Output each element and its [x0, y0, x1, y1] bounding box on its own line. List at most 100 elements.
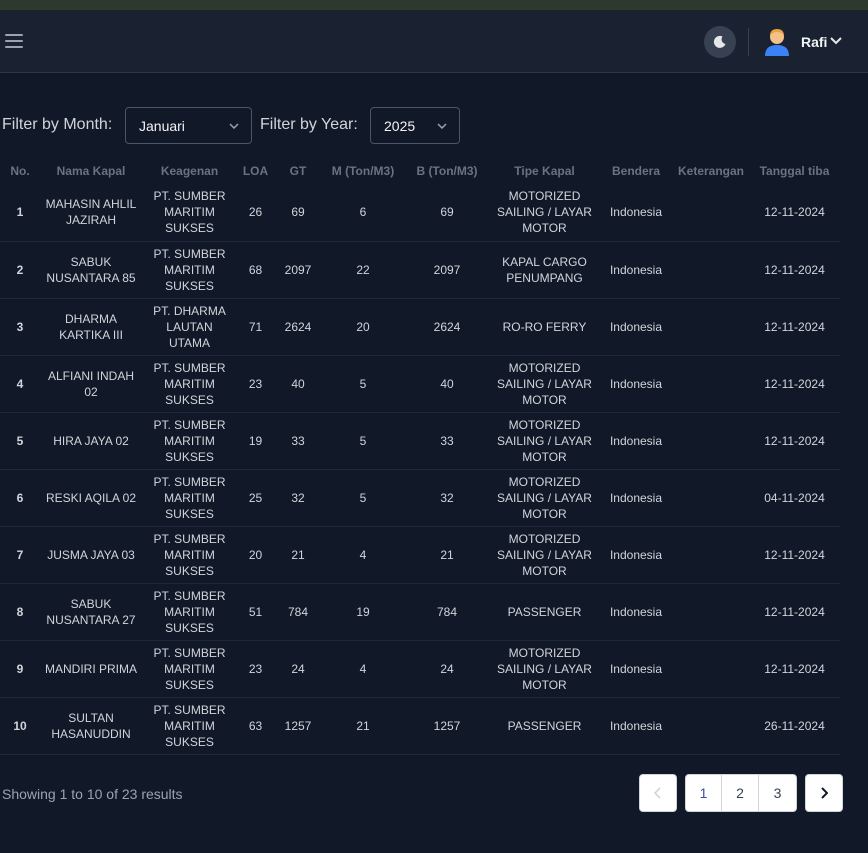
cell-keagenan: PT. SUMBER MARITIM SUKSES — [142, 640, 237, 698]
cell-nama-kapal: HIRA JAYA 02 — [40, 412, 142, 470]
prev-page-button[interactable] — [639, 774, 677, 812]
cell-keterangan — [673, 526, 749, 584]
col-header-b[interactable]: B (Ton/M3) — [404, 157, 490, 184]
cell-gt: 1257 — [274, 697, 322, 755]
table-row: 6 RESKI AQILA 02 PT. SUMBER MARITIM SUKSES… — [0, 469, 840, 527]
cell-loa: 68 — [237, 241, 274, 299]
cell-keterangan — [673, 697, 749, 755]
cell-tanggal-tiba: 12-11-2024 — [749, 526, 840, 584]
year-filter-label: Filter by Year: — [260, 116, 358, 133]
cell-gt: 32 — [274, 469, 322, 527]
table-row: 1 MAHASIN AHLIL JAZIRAH PT. SUMBER MARITIM… — [0, 184, 840, 242]
cell-loa: 71 — [237, 298, 274, 356]
cell-gt: 21 — [274, 526, 322, 584]
col-header-loa[interactable]: LOA — [237, 157, 274, 184]
col-header-gt[interactable]: GT — [274, 157, 322, 184]
page-button-3[interactable]: 3 — [758, 774, 797, 812]
cell-loa: 25 — [237, 469, 274, 527]
cell-gt: 784 — [274, 583, 322, 641]
cell-b: 2624 — [404, 298, 490, 356]
cell-keterangan — [673, 184, 749, 242]
page-button-1[interactable]: 1 — [685, 774, 722, 812]
cell-tipe-kapal: MOTORIZED SAILING / LAYAR MOTOR — [490, 184, 599, 242]
avatar[interactable] — [762, 26, 792, 56]
month-select[interactable]: Januari — [125, 107, 252, 144]
cell-no: 10 — [0, 697, 40, 755]
col-header-keterangan[interactable]: Keterangan — [673, 157, 749, 184]
cell-b: 1257 — [404, 697, 490, 755]
page-button-2[interactable]: 2 — [721, 774, 759, 812]
cell-tanggal-tiba: 04-11-2024 — [749, 469, 840, 527]
cell-no: 2 — [0, 241, 40, 299]
cell-keagenan: PT. SUMBER MARITIM SUKSES — [142, 241, 237, 299]
cell-m: 5 — [322, 412, 404, 470]
cell-keagenan: PT. SUMBER MARITIM SUKSES — [142, 469, 237, 527]
cell-tipe-kapal: MOTORIZED SAILING / LAYAR MOTOR — [490, 469, 599, 527]
cell-gt: 69 — [274, 184, 322, 242]
cell-no: 3 — [0, 298, 40, 356]
cell-keagenan: PT. SUMBER MARITIM SUKSES — [142, 526, 237, 584]
chevron-down-icon — [229, 123, 239, 129]
theme-toggle-button[interactable] — [704, 26, 736, 58]
cell-tipe-kapal: MOTORIZED SAILING / LAYAR MOTOR — [490, 526, 599, 584]
moon-icon — [713, 35, 726, 48]
cell-b: 784 — [404, 583, 490, 641]
cell-no: 1 — [0, 184, 40, 242]
table-row: 2 SABUK NUSANTARA 85 PT. SUMBER MARITIM SU… — [0, 241, 840, 299]
cell-no: 5 — [0, 412, 40, 470]
cell-tanggal-tiba: 12-11-2024 — [749, 298, 840, 356]
cell-loa: 19 — [237, 412, 274, 470]
col-header-no[interactable]: No. — [0, 157, 40, 184]
col-header-tipe-kapal[interactable]: Tipe Kapal — [490, 157, 599, 184]
cell-bendera: Indonesia — [599, 241, 673, 299]
cell-b: 24 — [404, 640, 490, 698]
user-name[interactable]: Rafi — [801, 34, 827, 50]
month-filter-label: Filter by Month: — [2, 116, 113, 133]
col-header-m[interactable]: M (Ton/M3) — [322, 157, 404, 184]
cell-tanggal-tiba: 26-11-2024 — [749, 697, 840, 755]
cell-bendera: Indonesia — [599, 583, 673, 641]
chevron-down-icon[interactable] — [830, 37, 842, 45]
navbar-divider — [748, 28, 749, 56]
cell-tanggal-tiba: 12-11-2024 — [749, 241, 840, 299]
cell-tanggal-tiba: 12-11-2024 — [749, 640, 840, 698]
cell-b: 21 — [404, 526, 490, 584]
cell-keterangan — [673, 241, 749, 299]
cell-nama-kapal: MAHASIN AHLIL JAZIRAH — [40, 184, 142, 242]
cell-bendera: Indonesia — [599, 526, 673, 584]
cell-nama-kapal: RESKI AQILA 02 — [40, 469, 142, 527]
col-header-nama-kapal[interactable]: Nama Kapal — [40, 157, 142, 184]
cell-nama-kapal: SABUK NUSANTARA 85 — [40, 241, 142, 299]
cell-nama-kapal: JUSMA JAYA 03 — [40, 526, 142, 584]
col-header-keagenan[interactable]: Keagenan — [142, 157, 237, 184]
cell-tipe-kapal: PASSENGER — [490, 697, 599, 755]
cell-keagenan: PT. SUMBER MARITIM SUKSES — [142, 184, 237, 242]
cell-tanggal-tiba: 12-11-2024 — [749, 412, 840, 470]
next-page-button[interactable] — [805, 774, 843, 812]
year-select-value: 2025 — [384, 118, 416, 134]
cell-nama-kapal: ALFIANI INDAH 02 — [40, 355, 142, 413]
cell-keterangan — [673, 412, 749, 470]
cell-tanggal-tiba: 12-11-2024 — [749, 355, 840, 413]
cell-tanggal-tiba: 12-11-2024 — [749, 184, 840, 242]
cell-tipe-kapal: PASSENGER — [490, 583, 599, 641]
results-summary: Showing 1 to 10 of 23 results — [2, 786, 183, 802]
table-row: 7 JUSMA JAYA 03 PT. SUMBER MARITIM SUKSES 2… — [0, 526, 840, 584]
chevron-right-icon — [821, 787, 828, 799]
cell-bendera: Indonesia — [599, 412, 673, 470]
cell-m: 21 — [322, 697, 404, 755]
col-header-bendera[interactable]: Bendera — [599, 157, 673, 184]
cell-keterangan — [673, 583, 749, 641]
cell-no: 8 — [0, 583, 40, 641]
cell-gt: 33 — [274, 412, 322, 470]
cell-tipe-kapal: MOTORIZED SAILING / LAYAR MOTOR — [490, 355, 599, 413]
cell-no: 7 — [0, 526, 40, 584]
cell-nama-kapal: DHARMA KARTIKA III — [40, 298, 142, 356]
year-select[interactable]: 2025 — [370, 107, 460, 144]
cell-keagenan: PT. DHARMA LAUTAN UTAMA — [142, 298, 237, 356]
hamburger-icon[interactable] — [5, 34, 23, 50]
top-stripe — [0, 0, 868, 10]
table-row: 9 MANDIRI PRIMA PT. SUMBER MARITIM SUKSES 2… — [0, 640, 840, 698]
col-header-tanggal-tiba[interactable]: Tanggal tiba — [749, 157, 840, 184]
cell-bendera: Indonesia — [599, 640, 673, 698]
